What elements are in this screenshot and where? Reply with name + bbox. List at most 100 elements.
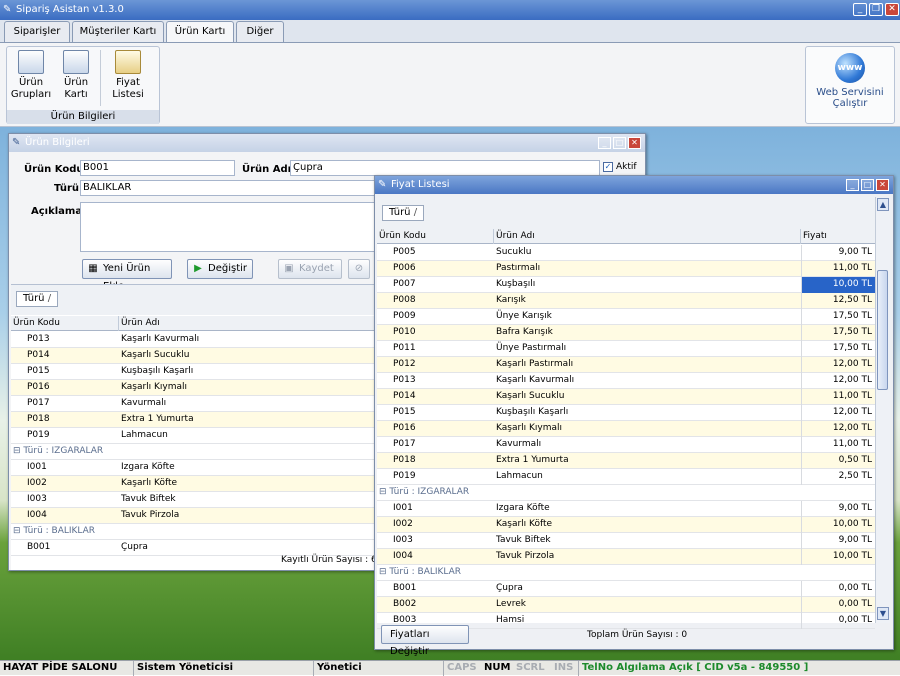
fiyatlari-degistir-button[interactable]: Fiyatları Değiştir — [381, 625, 469, 657]
maximize-icon[interactable]: □ — [613, 137, 626, 149]
cell-code[interactable]: P017 — [391, 437, 491, 453]
urun-gruplari-button[interactable]: Ürün Grupları — [10, 50, 52, 101]
cell-code[interactable]: I003 — [391, 533, 491, 549]
table-row[interactable]: P017 Kavurmalı 11,00 TL — [377, 437, 875, 453]
cell-name[interactable]: Kuşbaşılı Kaşarlı — [494, 405, 799, 421]
cell-name[interactable]: Tavuk Biftek — [494, 533, 799, 549]
cell-code[interactable]: P015 — [25, 364, 117, 380]
table-row[interactable]: P015 Kuşbaşılı Kaşarlı 12,00 TL — [377, 405, 875, 421]
cell-code[interactable]: I004 — [25, 508, 117, 524]
cell-name[interactable]: Kaşarlı Köfte — [494, 517, 799, 533]
cell-name[interactable]: Tavuk Pirzola — [494, 549, 799, 565]
cell-name[interactable]: Hamsi — [494, 613, 799, 629]
cell-name[interactable]: Kaşarlı Sucuklu — [494, 389, 799, 405]
cell-code[interactable]: I004 — [391, 549, 491, 565]
cell-price[interactable]: 11,00 TL — [801, 437, 875, 453]
cell-code[interactable]: P009 — [391, 309, 491, 325]
table-row[interactable]: I003 Tavuk Biftek 9,00 TL — [377, 533, 875, 549]
table-row[interactable]: P009 Ünye Karışık 17,50 TL — [377, 309, 875, 325]
cell-name[interactable]: Bafra Karışık — [494, 325, 799, 341]
cell-code[interactable]: P005 — [391, 245, 491, 261]
cell-code[interactable]: I001 — [391, 501, 491, 517]
cell-code[interactable]: B001 — [25, 540, 117, 556]
collapse-icon[interactable]: ⊟ — [377, 487, 389, 497]
table-row[interactable]: I001 Izgara Köfte 9,00 TL — [377, 501, 875, 517]
web-service-button[interactable]: www Web Servisini Çalıştır — [805, 46, 895, 124]
collapse-icon[interactable]: ⊟ — [11, 526, 23, 536]
cell-code[interactable]: P019 — [25, 428, 117, 444]
cell-code[interactable]: P010 — [391, 325, 491, 341]
scroll-down-icon[interactable]: ▼ — [877, 607, 889, 620]
iptal-button[interactable]: ⊘ — [348, 259, 370, 279]
cell-code[interactable]: P016 — [25, 380, 117, 396]
table-row[interactable]: P007 Kuşbaşılı 10,00 TL — [377, 277, 875, 293]
cell-price[interactable]: 17,50 TL — [801, 325, 875, 341]
cell-price[interactable]: 0,00 TL — [801, 613, 875, 629]
cell-name[interactable]: Kaşarlı Pastırmalı — [494, 357, 799, 373]
cell-price[interactable]: 9,00 TL — [801, 533, 875, 549]
maximize-icon[interactable]: □ — [861, 179, 874, 191]
cell-price[interactable]: 10,00 TL — [801, 517, 875, 533]
cell-name[interactable]: Ünye Karışık — [494, 309, 799, 325]
yeni-urun-ekle-button[interactable]: ▦ Yeni Ürün Ekle — [82, 259, 172, 292]
cell-name[interactable]: Kuşbaşılı — [494, 277, 799, 293]
table-row[interactable]: P005 Sucuklu 9,00 TL — [377, 245, 875, 261]
cell-price[interactable]: 17,50 TL — [801, 341, 875, 357]
cell-price[interactable]: 2,50 TL — [801, 469, 875, 485]
cell-name[interactable]: Ünye Pastırmalı — [494, 341, 799, 357]
cell-name[interactable]: Lahmacun — [494, 469, 799, 485]
cell-code[interactable]: P011 — [391, 341, 491, 357]
fiyat-grid-scrollbar[interactable]: ▲ ▼ — [875, 197, 890, 623]
group-row[interactable]: ⊟ Türü : IZGARALAR — [377, 485, 875, 501]
cell-code[interactable]: P008 — [391, 293, 491, 309]
cell-price[interactable]: 10,00 TL — [801, 277, 875, 293]
cell-code[interactable]: P012 — [391, 357, 491, 373]
table-row[interactable]: B002 Levrek 0,00 TL — [377, 597, 875, 613]
cell-code[interactable]: I002 — [25, 476, 117, 492]
tab-urun-karti[interactable]: Ürün Kartı — [166, 21, 234, 43]
cell-code[interactable]: I001 — [25, 460, 117, 476]
cell-price[interactable]: 11,00 TL — [801, 389, 875, 405]
cell-name[interactable]: Pastırmalı — [494, 261, 799, 277]
aktif-checkbox[interactable]: ✓ — [603, 162, 613, 172]
urun-adi-input[interactable]: Çupra — [290, 160, 600, 176]
cell-code[interactable]: P019 — [391, 469, 491, 485]
close-icon[interactable]: ✕ — [628, 137, 641, 149]
cell-code[interactable]: P006 — [391, 261, 491, 277]
cell-code[interactable]: P014 — [391, 389, 491, 405]
group-row[interactable]: ⊟ Türü : BALIKLAR — [377, 565, 875, 581]
cell-name[interactable]: Kaşarlı Kıymalı — [494, 421, 799, 437]
degistir-button[interactable]: ▶ Değiştir — [187, 259, 253, 279]
table-row[interactable]: P011 Ünye Pastırmalı 17,50 TL — [377, 341, 875, 357]
cell-price[interactable]: 12,00 TL — [801, 373, 875, 389]
close-icon[interactable]: ✕ — [885, 3, 899, 16]
cell-price[interactable]: 17,50 TL — [801, 309, 875, 325]
cell-price[interactable]: 11,00 TL — [801, 261, 875, 277]
cell-price[interactable]: 0,00 TL — [801, 581, 875, 597]
scrollbar-thumb[interactable] — [877, 270, 888, 390]
cell-price[interactable]: 0,00 TL — [801, 597, 875, 613]
cell-name[interactable]: Çupra — [494, 581, 799, 597]
restore-icon[interactable]: ❐ — [869, 3, 883, 16]
cell-code[interactable]: B002 — [391, 597, 491, 613]
cell-price[interactable]: 12,00 TL — [801, 357, 875, 373]
collapse-icon[interactable]: ⊟ — [11, 446, 23, 456]
cell-code[interactable]: P016 — [391, 421, 491, 437]
cell-name[interactable]: Levrek — [494, 597, 799, 613]
kaydet-button[interactable]: ▣ Kaydet — [278, 259, 342, 279]
cell-price[interactable]: 9,00 TL — [801, 245, 875, 261]
cell-name[interactable]: Sucuklu — [494, 245, 799, 261]
cell-code[interactable]: P017 — [25, 396, 117, 412]
turu-select[interactable]: BALIKLAR — [80, 180, 375, 196]
fiyat-listesi-button[interactable]: Fiyat Listesi — [106, 50, 150, 101]
table-row[interactable]: P014 Kaşarlı Sucuklu 11,00 TL — [377, 389, 875, 405]
table-row[interactable]: P016 Kaşarlı Kıymalı 12,00 TL — [377, 421, 875, 437]
cell-price[interactable]: 12,50 TL — [801, 293, 875, 309]
urun-kodu-input[interactable]: B001 — [80, 160, 235, 176]
cell-code[interactable]: P014 — [25, 348, 117, 364]
collapse-icon[interactable]: ⊟ — [377, 567, 389, 577]
cell-name[interactable]: Karışık — [494, 293, 799, 309]
tab-siparisler[interactable]: Siparişler — [4, 21, 70, 42]
minimize-icon[interactable]: _ — [846, 179, 859, 191]
cell-name[interactable]: Extra 1 Yumurta — [494, 453, 799, 469]
